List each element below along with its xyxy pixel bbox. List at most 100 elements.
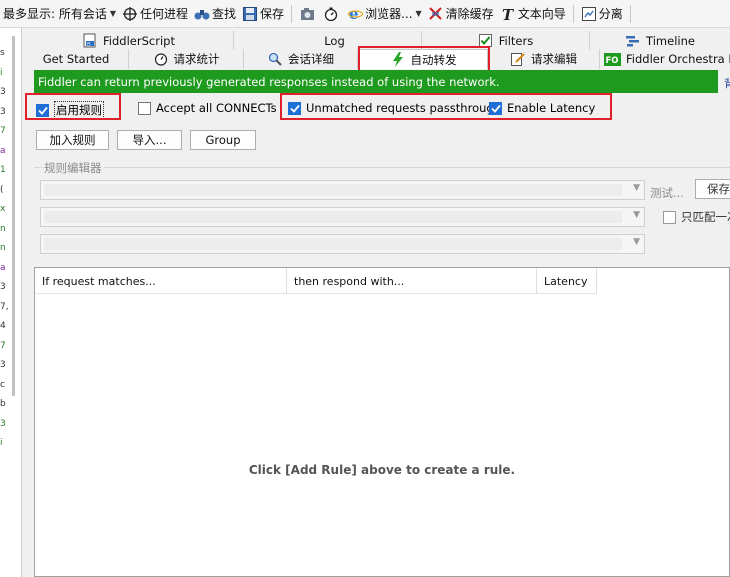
browser-button[interactable]: e 浏览器... ▼ [344, 2, 425, 26]
tab-fiddler-orchestra[interactable]: FO Fiddler Orchestra Be [600, 49, 730, 69]
crosshair-icon [122, 6, 138, 22]
svg-text:FO: FO [606, 56, 619, 66]
screenshot-button[interactable] [296, 2, 320, 26]
session-list-edge[interactable]: s i 3 3 7 a 1(x n n a 3 7, 4 7 3 c b 3 i [0, 28, 22, 577]
tab-composer[interactable]: 请求编辑 [488, 49, 600, 69]
checkbox-checked-icon [489, 101, 502, 115]
session-row-fragment: n [0, 243, 6, 253]
chevron-down-icon: ▼ [633, 210, 640, 220]
save-icon [242, 6, 258, 22]
main-toolbar: 最多显示: 所有会话 ▼ 任何进程 查找 保存 e 浏览器... ▼ 清除缓存 … [0, 0, 730, 28]
checkbox-unchecked-icon [663, 210, 676, 224]
tab-label: Log [324, 33, 345, 48]
combo-text-area [44, 184, 622, 196]
session-row-fragment: 1 [0, 165, 6, 175]
text-wizard-button[interactable]: T 文本向导 [497, 2, 569, 26]
match-condition-combo[interactable]: ▼ [40, 180, 645, 200]
tab-log[interactable]: Log [234, 31, 422, 50]
chevron-down-icon: ▼ [633, 237, 640, 247]
tab-statistics[interactable]: 请求统计 [129, 49, 244, 69]
response-action-combo[interactable]: ▼ [40, 207, 645, 227]
ie-icon: e [347, 6, 363, 22]
max-display-label: 最多显示: 所有会话 [3, 7, 107, 21]
banner-text: Fiddler can return previously generated … [38, 74, 500, 89]
tab-label: Fiddler Orchestra Be [626, 52, 730, 66]
stopwatch-icon [323, 6, 339, 22]
lightning-icon [390, 52, 406, 68]
rules-grid[interactable]: If request matches... then respond with.… [34, 267, 730, 577]
edit-icon [510, 51, 526, 67]
empty-grid-message: Click [Add Rule] above to create a rule. [248, 463, 516, 477]
clear-cache-button[interactable]: 清除缓存 [425, 2, 497, 26]
clear-cache-label: 清除缓存 [445, 7, 494, 21]
unmatched-passthrough-checkbox[interactable]: Unmatched requests passthrough [288, 101, 501, 115]
session-row-fragment: s [0, 48, 5, 58]
tab-timeline[interactable]: Timeline [590, 31, 730, 50]
enable-rules-label: 启用规则 [54, 101, 104, 119]
any-process-label: 任何进程 [140, 7, 189, 21]
add-rule-button[interactable]: 加入规则 [36, 130, 109, 150]
toolbar-separator [629, 4, 631, 23]
session-row-fragment: 7 [0, 126, 6, 136]
enable-rules-checkbox[interactable]: 启用规则 [36, 101, 104, 119]
session-row-fragment: c [0, 379, 5, 390]
find-label: 查找 [212, 7, 237, 21]
accept-connects-checkbox[interactable]: Accept all CONNECTs [138, 101, 277, 115]
session-row-fragment: x [0, 204, 6, 214]
session-row-fragment: 3 [0, 360, 6, 370]
toolbar-separator [572, 4, 574, 23]
timer-button[interactable] [320, 2, 344, 26]
accept-connects-label: Accept all CONNECTs [156, 101, 277, 115]
enable-latency-checkbox[interactable]: Enable Latency [489, 101, 595, 115]
browser-label: 浏览器... [365, 7, 413, 21]
checkbox-checked-icon [288, 101, 301, 115]
tab-label: Filters [498, 33, 534, 48]
session-row-fragment: i [0, 67, 3, 78]
latency-combo[interactable]: ▼ [40, 234, 645, 254]
tearoff-label: 分离 [598, 7, 623, 21]
column-header-respond[interactable]: then respond with... [287, 268, 537, 294]
camera-icon [299, 6, 315, 22]
any-process-button[interactable]: 任何进程 [119, 2, 191, 26]
chevron-down-icon: ▼ [415, 9, 422, 18]
clear-cache-icon [428, 6, 444, 22]
session-row-fragment: ( [0, 184, 4, 195]
tab-get-started[interactable]: Get Started [24, 49, 129, 69]
svg-text:T: T [502, 7, 515, 21]
match-only-once-checkbox[interactable]: 只匹配一次 [663, 209, 730, 225]
tearoff-button[interactable]: 分离 [578, 2, 626, 26]
column-header-latency[interactable]: Latency [537, 268, 597, 294]
max-display-dropdown[interactable]: 最多显示: 所有会话 ▼ [0, 2, 119, 26]
combo-text-area [44, 211, 622, 223]
column-header-match[interactable]: If request matches... [35, 268, 287, 294]
session-row-fragment: b [0, 399, 6, 409]
match-only-once-label: 只匹配一次 [681, 210, 730, 224]
combo-text-area [44, 238, 622, 250]
group-button[interactable]: Group [190, 130, 256, 150]
grid-header: If request matches... then respond with.… [35, 268, 597, 294]
tab-autoresponder[interactable]: 自动转发 [358, 49, 488, 69]
session-row-fragment: 3 [0, 87, 6, 97]
session-row-fragment: n [0, 223, 6, 234]
import-button[interactable]: 导入... [117, 130, 182, 150]
session-row-fragment: 4 [0, 321, 6, 331]
inspector-tabs-row-1: JS FiddlerScript Log Filters Timeline [24, 31, 730, 50]
tab-fiddlerscript[interactable]: JS FiddlerScript [24, 31, 234, 50]
find-button[interactable]: 查找 [191, 2, 239, 26]
session-row-fragment: 3 [0, 106, 6, 117]
save-rule-button[interactable]: 保存 [695, 179, 730, 199]
tab-inspectors[interactable]: 会话详细 [244, 49, 358, 69]
session-row-fragment: 3 [0, 282, 6, 292]
tearoff-icon [581, 6, 597, 22]
tab-label: 请求编辑 [531, 52, 577, 66]
session-row-fragment: a [0, 262, 6, 273]
checkbox-checked-icon [36, 103, 49, 117]
text-wizard-icon: T [500, 6, 516, 22]
save-button[interactable]: 保存 [239, 2, 287, 26]
session-list-scrollbar[interactable] [12, 36, 15, 396]
timer-icon [153, 51, 169, 67]
fo-icon: FO [604, 51, 621, 67]
tab-filters[interactable]: Filters [422, 31, 590, 50]
test-link[interactable]: 测试... [650, 185, 684, 201]
toolbar-separator [291, 4, 293, 23]
